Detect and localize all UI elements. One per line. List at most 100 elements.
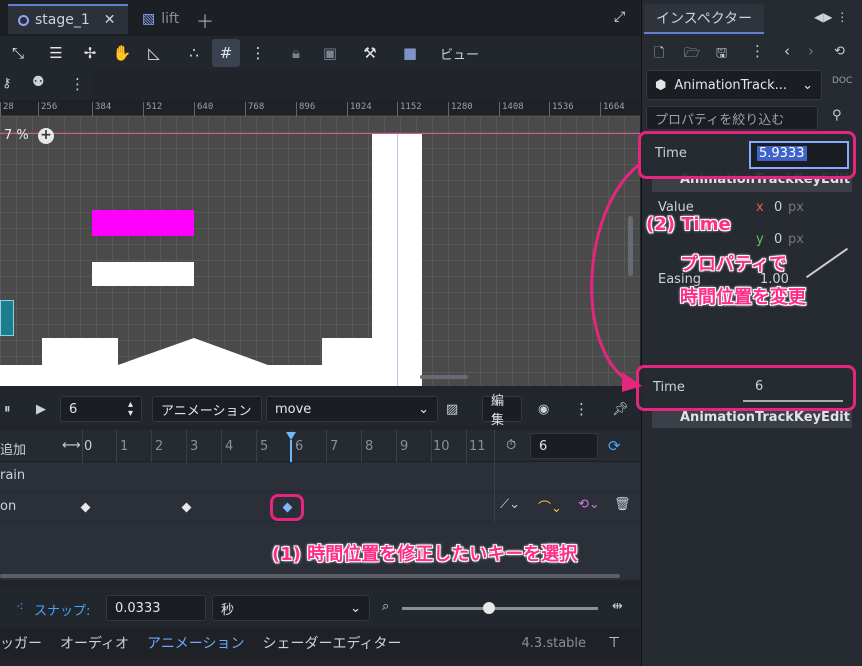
list-select-icon[interactable]: ☰ bbox=[42, 39, 70, 67]
unit-label: px bbox=[788, 200, 804, 215]
timeline-divider bbox=[466, 430, 467, 462]
loop-icon[interactable]: ⟳ bbox=[608, 437, 621, 455]
time-mark: 3 bbox=[190, 439, 199, 454]
onion-skin-icon[interactable]: ◉ bbox=[538, 396, 549, 422]
zoom-in-icon[interactable]: + bbox=[38, 128, 54, 144]
timeline-divider bbox=[116, 430, 117, 462]
snap-unit-select[interactable]: 秒 ⌄ bbox=[212, 595, 370, 621]
doc-icon[interactable]: DOC bbox=[832, 76, 852, 86]
fit-width-icon[interactable]: ⟷ bbox=[62, 438, 81, 453]
smart-snap-icon[interactable]: ∴ bbox=[180, 39, 208, 67]
autoplay-icon[interactable]: ▨ bbox=[446, 396, 458, 422]
chevron-down-icon: ⌄ bbox=[802, 77, 813, 93]
key-icon[interactable]: ⚷ bbox=[2, 76, 12, 91]
lock-icon[interactable]: 🔒︎ bbox=[282, 39, 310, 67]
timeline-divider bbox=[82, 430, 83, 462]
distraction-free-icon[interactable]: ⤢ bbox=[614, 9, 625, 25]
panel-collapse-icon[interactable]: ⊤ bbox=[608, 635, 620, 651]
loop-wrap-icon[interactable]: ⟲⌄ bbox=[578, 497, 600, 512]
tab-audio[interactable]: オーディオ bbox=[60, 633, 129, 653]
pivot-icon[interactable]: ✢ bbox=[76, 39, 104, 67]
tab-scroll-icons[interactable]: ◀▶ ⋮ bbox=[814, 10, 848, 24]
grid-snap-icon[interactable]: # bbox=[212, 39, 240, 67]
version-label: 4.3.stable bbox=[521, 635, 587, 651]
player-sprite[interactable] bbox=[0, 300, 14, 336]
horizontal-scrollbar[interactable] bbox=[420, 375, 468, 379]
more-options-icon[interactable]: ⋮ bbox=[244, 39, 272, 67]
zoom-slider-track[interactable] bbox=[402, 607, 598, 610]
tab-shader-editor[interactable]: シェーダーエディター bbox=[262, 633, 401, 653]
camera-icon[interactable]: ■ bbox=[396, 39, 424, 67]
value-x[interactable]: 0 bbox=[774, 200, 782, 215]
zoom-slider-handle[interactable] bbox=[483, 602, 495, 614]
viewport-limit-line bbox=[0, 133, 640, 134]
fit-timeline-icon[interactable]: ⇹ bbox=[612, 599, 623, 614]
animation-menu-button[interactable]: アニメーション bbox=[152, 396, 262, 422]
add-track-label[interactable]: 追加 bbox=[0, 439, 26, 458]
step-input[interactable]: 6 ▴ ▾ bbox=[60, 396, 142, 422]
snap-input[interactable]: 0.0333 bbox=[106, 595, 206, 621]
more-options-icon[interactable]: ⋮ bbox=[70, 75, 85, 93]
close-icon[interactable]: ✕ bbox=[104, 12, 116, 28]
forward-icon[interactable]: › bbox=[808, 42, 814, 60]
save-icon[interactable]: 🖫︎ bbox=[716, 44, 727, 66]
snap-label: スナップ: bbox=[34, 604, 91, 619]
filter-settings-icon[interactable]: ⚲ bbox=[832, 108, 842, 123]
view-menu[interactable]: ビュー bbox=[440, 44, 479, 63]
timeline-scrollbar[interactable] bbox=[0, 574, 620, 578]
timeline-header: 追加 ⟷ 0 1 2 3 4 5 6 7 8 9 10 11 ⏱︎ 6 ⟳ bbox=[0, 430, 640, 462]
time-mark: 4 bbox=[225, 439, 234, 454]
keyframe[interactable] bbox=[181, 502, 192, 513]
trash-icon[interactable]: 🗑︎ bbox=[614, 497, 631, 512]
group-icon[interactable]: ▣ bbox=[316, 39, 344, 67]
open-folder-icon[interactable]: 🗁︎ bbox=[684, 44, 700, 66]
timeline-divider bbox=[494, 430, 495, 462]
tab-stage-1[interactable]: stage_1 ✕ bbox=[8, 4, 128, 34]
more-options-icon[interactable]: ⋮ bbox=[750, 42, 765, 60]
pan-hand-icon[interactable]: ✋ bbox=[108, 39, 136, 67]
zoom-icon: ⌕ bbox=[382, 599, 390, 614]
value-y[interactable]: 0 bbox=[774, 232, 782, 247]
ruler-tick: 1536 bbox=[549, 102, 574, 116]
track-row[interactable]: rain bbox=[0, 462, 640, 492]
time-mark: 10 bbox=[433, 439, 450, 454]
new-resource-icon[interactable]: 🗋︎ bbox=[654, 44, 664, 66]
update-mode-icon[interactable]: ⌒⌄ bbox=[538, 497, 562, 516]
ruler-icon[interactable]: ◺ bbox=[140, 39, 168, 67]
add-tab-icon[interactable]: ＋ bbox=[196, 8, 214, 34]
annotation-step-2-line-3: 時間位置を変更 bbox=[680, 287, 806, 308]
edit-button[interactable]: 編集 bbox=[482, 394, 522, 428]
track-row[interactable]: on ⟋⌄ ⌒⌄ ⟲⌄ 🗑︎ bbox=[0, 492, 640, 522]
tab-animation[interactable]: アニメーション bbox=[147, 633, 244, 653]
play-backwards-icon[interactable]: ⏸︎ bbox=[4, 396, 11, 422]
section-header[interactable]: AnimationTrackKeyEdit bbox=[652, 410, 852, 428]
property-filter-input[interactable]: プロパティを絞り込む bbox=[646, 106, 818, 130]
ruler-tick: 512 bbox=[143, 102, 162, 116]
zoom-label: 7 % bbox=[4, 128, 29, 143]
snap-icon[interactable]: ⁖ bbox=[16, 600, 24, 615]
animation-select[interactable]: move ⌄ bbox=[266, 396, 438, 422]
spinner-icon[interactable]: ▴ ▾ bbox=[128, 400, 133, 419]
object-selector[interactable]: ⬢ AnimationTrack... ⌄ bbox=[646, 70, 822, 100]
chevron-down-icon: ⌄ bbox=[350, 600, 361, 616]
history-icon[interactable]: ⟲ bbox=[834, 44, 845, 59]
animation-length-input[interactable]: 6 bbox=[530, 433, 598, 459]
timeline-divider bbox=[186, 430, 187, 462]
ruler-tick: 1408 bbox=[499, 102, 524, 116]
time-input-before[interactable]: 5.9333 bbox=[749, 141, 849, 169]
tab-lift[interactable]: ▧ lift bbox=[132, 4, 192, 34]
back-icon[interactable]: ‹ bbox=[784, 42, 790, 60]
white-platform bbox=[92, 262, 194, 286]
move-mode-icon[interactable]: ⤡ bbox=[4, 39, 32, 67]
timeline-divider bbox=[221, 430, 222, 462]
time-input-after[interactable]: 6 bbox=[743, 376, 843, 402]
bone-icon[interactable]: ⚒ bbox=[356, 39, 384, 67]
keyframe[interactable] bbox=[80, 502, 91, 513]
timeline-divider bbox=[431, 430, 432, 462]
interpolation-icon[interactable]: ⟋⌄ bbox=[500, 497, 520, 512]
play-icon[interactable]: ▶ bbox=[36, 396, 46, 422]
tab-debugger[interactable]: ッガー bbox=[0, 633, 42, 653]
canvas-viewport[interactable]: 7 % + bbox=[0, 116, 640, 386]
tab-inspector[interactable]: インスペクター bbox=[644, 4, 764, 34]
rec-icon[interactable]: ⚉ bbox=[32, 74, 45, 90]
